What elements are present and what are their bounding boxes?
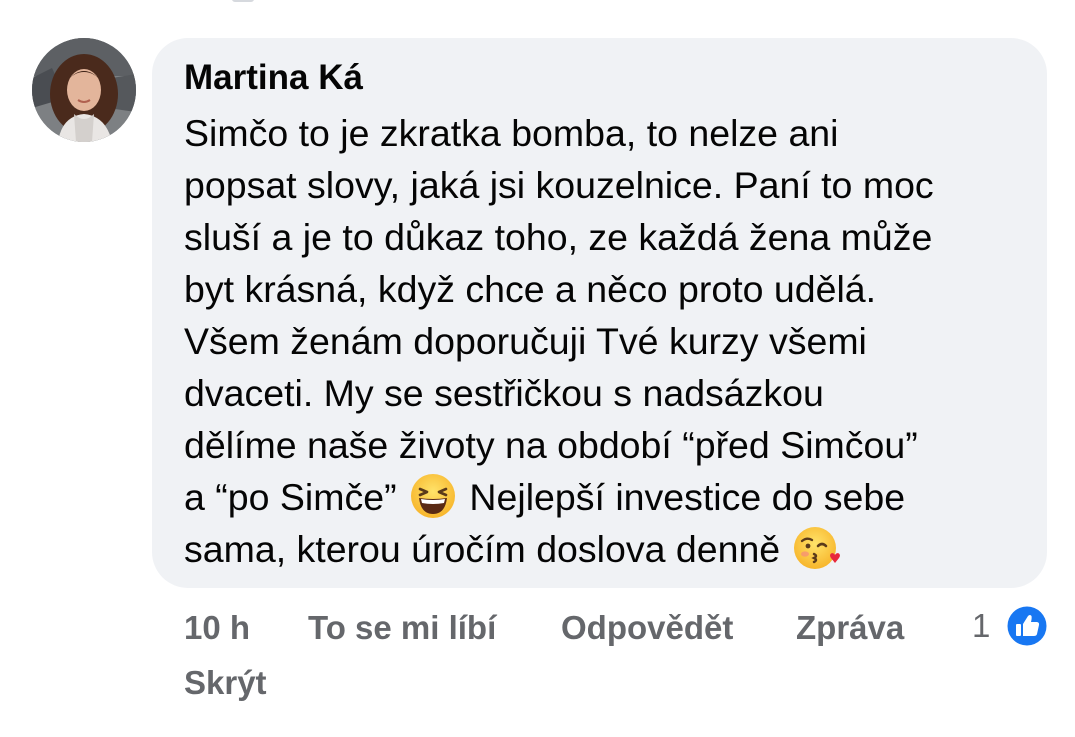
comment-line: Všem ženám doporučuji Tvé kurzy všemi: [184, 320, 867, 362]
comment-line: dvaceti. My se sestřičkou s nadsázkou: [184, 372, 824, 414]
previous-content-edge: [232, 0, 254, 2]
message-button[interactable]: Zpráva: [796, 606, 904, 650]
like-button[interactable]: To se mi líbí: [308, 606, 496, 650]
thumbs-up-icon: [1005, 604, 1049, 648]
reaction-count: 1: [972, 607, 991, 644]
comment-actions: 10 h To se mi líbí Odpovědět Zpráva: [184, 606, 964, 650]
comment-bubble: Martina Ká Simčo to je zkratka bomba, to…: [152, 38, 1047, 588]
comment-line: a “po Simče”: [184, 476, 397, 518]
comment-line: Simčo to je zkratka bomba, to nelze ani: [184, 112, 839, 154]
comment-timestamp[interactable]: 10 h: [184, 606, 250, 650]
avatar-photo: [32, 38, 136, 142]
grinning-squinting-face-icon: [411, 474, 455, 518]
comment-line: dělíme naše životy na období “před Simčo…: [184, 424, 918, 466]
avatar[interactable]: [32, 38, 136, 142]
comment-line: byt krásná, když chce a něco proto udělá…: [184, 268, 877, 310]
comment-line: Nejlepší investice do sebe: [469, 476, 906, 518]
comment-author[interactable]: Martina Ká: [184, 56, 1023, 100]
face-blowing-kiss-icon: [793, 527, 840, 569]
reaction-summary[interactable]: 1: [972, 602, 1052, 648]
reply-button[interactable]: Odpovědět: [561, 606, 733, 650]
comment-line: popsat slovy, jaká jsi kouzelnice. Paní …: [184, 164, 934, 206]
comment-text: Simčo to je zkratka bomba, to nelze ani …: [184, 107, 1023, 575]
hide-button[interactable]: Skrýt: [184, 661, 267, 705]
comment-line: sama, kterou úročím doslova denně: [184, 528, 781, 570]
comment-line: sluší a je to důkaz toho, ze každá žena …: [184, 216, 933, 258]
comment-screen: Martina Ká Simčo to je zkratka bomba, to…: [0, 0, 1075, 737]
